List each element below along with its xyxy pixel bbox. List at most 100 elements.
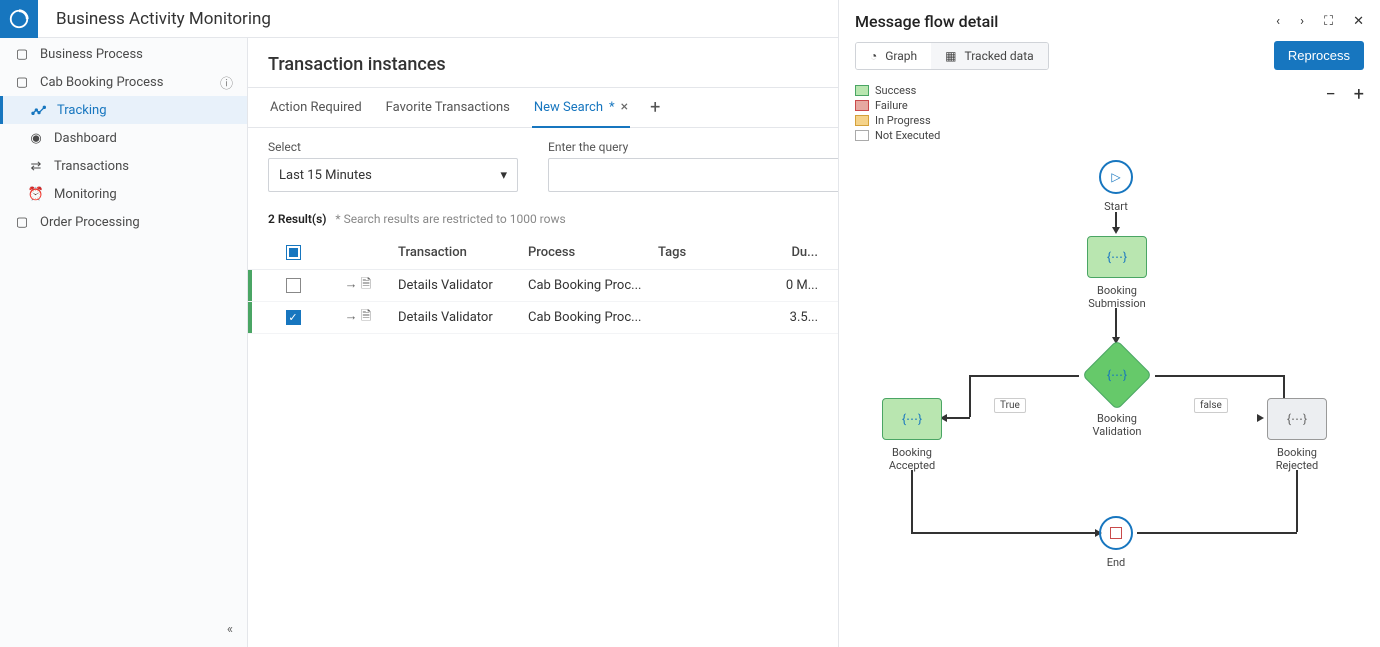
- result-note: * Search results are restricted to 1000 …: [335, 212, 565, 226]
- tab-new-search[interactable]: New Search * ×: [532, 89, 630, 128]
- row-checkbox[interactable]: [286, 310, 301, 325]
- folder-icon: ▢: [14, 74, 30, 90]
- zoom-out-button[interactable]: −: [1325, 84, 1335, 142]
- legend-label: Failure: [875, 99, 908, 112]
- edge: [911, 470, 913, 532]
- edge: [1115, 308, 1117, 338]
- legend: Success Failure In Progress Not Executed: [855, 84, 940, 142]
- tab-label: Action Required: [270, 100, 362, 115]
- expand-icon[interactable]: ⛶: [1324, 14, 1333, 29]
- sidebar-item-label: Transactions: [54, 159, 129, 174]
- graph-icon: ◔: [870, 49, 877, 63]
- dirty-indicator: *: [609, 100, 615, 115]
- zoom-in-button[interactable]: +: [1354, 84, 1364, 142]
- sidebar-collapse-button[interactable]: «: [0, 612, 247, 647]
- tab-label: Favorite Transactions: [386, 100, 510, 115]
- sidebar-item-label: Cab Booking Process: [40, 75, 163, 90]
- edge: [947, 417, 970, 419]
- close-icon[interactable]: ×: [621, 99, 628, 115]
- select-value: Last 15 Minutes: [279, 168, 372, 183]
- folder-icon: ▢: [14, 214, 30, 230]
- sidebar-item-order-processing[interactable]: ▢ Order Processing: [0, 208, 247, 236]
- node-label: Booking Accepted: [874, 446, 950, 472]
- node-booking-rejected[interactable]: {⋯} Booking Rejected: [1259, 398, 1335, 472]
- arrow-icon: [1112, 227, 1120, 234]
- info-icon[interactable]: ⓘ: [220, 73, 233, 92]
- sidebar-item-monitoring[interactable]: ⏰ Monitoring: [0, 180, 247, 208]
- process-icon: {⋯}: [1287, 412, 1307, 426]
- reprocess-button[interactable]: Reprocess: [1274, 41, 1364, 70]
- edge-label-true: True: [994, 398, 1026, 413]
- col-process: Process: [528, 245, 658, 260]
- col-transaction: Transaction: [398, 245, 528, 260]
- tab-favorite-transactions[interactable]: Favorite Transactions: [384, 88, 512, 127]
- flow-graph[interactable]: ▷ Start {⋯} Booking Submission {⋯} Booki…: [839, 150, 1380, 647]
- cell-process: Cab Booking Proc...: [528, 278, 658, 293]
- query-input[interactable]: [548, 158, 848, 192]
- node-booking-validation[interactable]: {⋯} Booking Validation: [1079, 350, 1155, 438]
- node-booking-submission[interactable]: {⋯} Booking Submission: [1079, 236, 1155, 310]
- legend-swatch-failure: [855, 100, 869, 111]
- panel-tab-tracked-data[interactable]: ▦ Tracked data: [931, 43, 1048, 69]
- next-button[interactable]: ›: [1300, 14, 1304, 29]
- node-start[interactable]: ▷ Start: [1086, 160, 1146, 213]
- alarm-icon: ⏰: [28, 186, 44, 202]
- legend-swatch-inprogress: [855, 115, 869, 126]
- sidebar-item-business-process[interactable]: ▢ Business Process: [0, 40, 247, 68]
- add-tab-button[interactable]: +: [650, 97, 660, 118]
- legend-label: In Progress: [875, 114, 931, 127]
- select-label: Select: [268, 140, 518, 154]
- table-icon: ▦: [945, 49, 956, 63]
- play-icon: ▷: [1111, 170, 1120, 184]
- cell-transaction: Details Validator: [398, 310, 528, 325]
- cell-transaction: Details Validator: [398, 278, 528, 293]
- result-count: 2 Result(s): [268, 212, 326, 226]
- sidebar: ▢ Business Process ▢ Cab Booking Process…: [0, 0, 248, 647]
- node-label: Booking Validation: [1079, 412, 1155, 438]
- chevron-down-icon: ▾: [500, 168, 507, 183]
- sidebar-item-label: Business Process: [40, 47, 143, 62]
- page-title: Transaction instances: [268, 54, 446, 75]
- col-tags: Tags: [658, 245, 768, 260]
- edge: [1115, 212, 1117, 228]
- node-label: Booking Submission: [1079, 284, 1155, 310]
- sidebar-item-label: Tracking: [57, 103, 107, 118]
- row-checkbox[interactable]: [286, 278, 301, 293]
- legend-swatch-success: [855, 85, 869, 96]
- node-label: Booking Rejected: [1259, 446, 1335, 472]
- edge: [1155, 375, 1285, 377]
- sidebar-item-transactions[interactable]: ⇄ Transactions: [0, 152, 247, 180]
- row-action-icons[interactable]: → 🗎: [318, 307, 398, 329]
- time-range-select[interactable]: Last 15 Minutes ▾: [268, 158, 518, 192]
- prev-button[interactable]: ‹: [1276, 14, 1280, 29]
- tab-action-required[interactable]: Action Required: [268, 88, 364, 127]
- node-end[interactable]: End: [1086, 516, 1146, 569]
- legend-swatch-notexec: [855, 130, 869, 141]
- panel-tab-label: Graph: [885, 49, 917, 63]
- sidebar-item-label: Dashboard: [54, 131, 117, 146]
- cell-duration: 0 M...: [768, 278, 818, 293]
- stop-icon: [1110, 527, 1122, 539]
- node-booking-accepted[interactable]: {⋯} Booking Accepted: [874, 398, 950, 472]
- col-duration: Du...: [768, 245, 818, 260]
- process-icon: {⋯}: [1107, 368, 1127, 382]
- edge: [1137, 532, 1297, 534]
- edge: [911, 532, 1096, 534]
- panel-title: Message flow detail: [855, 12, 998, 31]
- app-logo[interactable]: [0, 0, 38, 38]
- sidebar-item-label: Monitoring: [54, 187, 117, 202]
- edge-label-false: false: [1194, 398, 1228, 413]
- transfer-icon: ⇄: [28, 158, 44, 174]
- sidebar-item-dashboard[interactable]: ◉ Dashboard: [0, 124, 247, 152]
- folder-icon: ▢: [14, 46, 30, 62]
- node-label: End: [1086, 556, 1146, 569]
- sidebar-item-tracking[interactable]: Tracking: [0, 96, 247, 124]
- legend-label: Success: [875, 84, 916, 97]
- close-icon[interactable]: ✕: [1353, 14, 1364, 29]
- edge: [1296, 470, 1298, 532]
- select-all-checkbox[interactable]: [286, 245, 301, 260]
- sidebar-item-cab-booking-process[interactable]: ▢ Cab Booking Process ⓘ: [0, 68, 247, 96]
- panel-tab-label: Tracked data: [964, 49, 1033, 63]
- panel-tab-graph[interactable]: ◔ Graph: [856, 43, 931, 69]
- row-action-icons[interactable]: → 🗎: [318, 275, 398, 297]
